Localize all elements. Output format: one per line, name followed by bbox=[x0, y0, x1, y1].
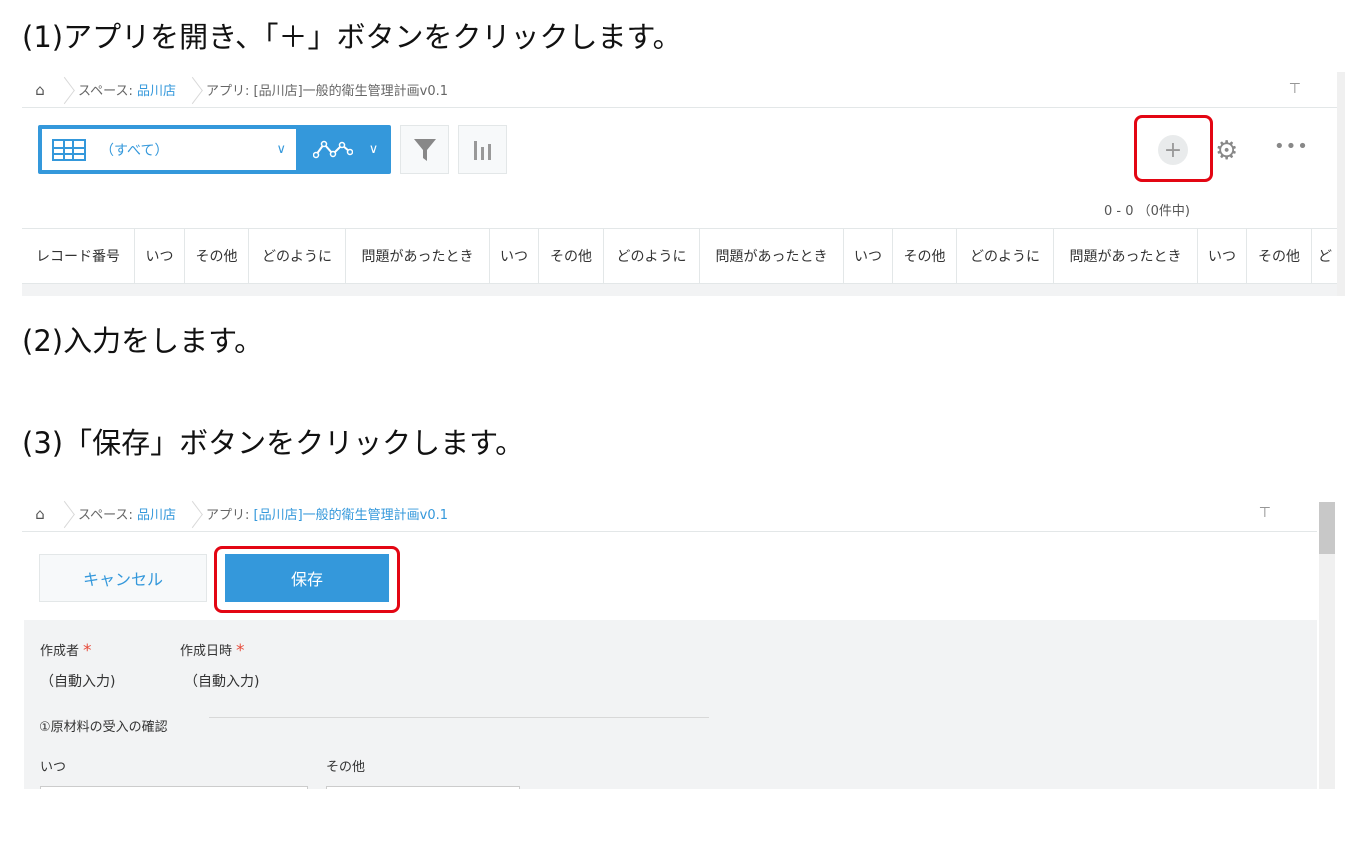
filter-icon bbox=[413, 138, 436, 161]
column-header[interactable]: いつ bbox=[844, 229, 893, 283]
chevron-down-icon: ∨ bbox=[368, 142, 379, 157]
step-2-instruction: (2)入力をします。 bbox=[22, 324, 264, 358]
breadcrumb-app-name: [品川店]一般的衛生管理計画v0.1 bbox=[253, 84, 449, 99]
group-label[interactable]: ①原材料の受入の確認 bbox=[39, 716, 168, 735]
record-count: 0 - 0 （0件中) bbox=[1104, 204, 1190, 219]
creator-value: （自動入力) bbox=[40, 674, 116, 690]
column-header[interactable]: ど bbox=[1312, 229, 1337, 283]
record-edit-screenshot: ⌂ スペース: 品川店 アプリ: [品川店]一般的衛生管理計画v0.1 ⊤ キャ… bbox=[22, 496, 1345, 789]
breadcrumb-separator bbox=[186, 72, 200, 108]
more-dots-icon[interactable]: ••• bbox=[1274, 136, 1309, 157]
view-selector[interactable]: （すべて） ∨ ∨ bbox=[38, 125, 391, 174]
graph-icon bbox=[312, 140, 353, 158]
scrollbar[interactable] bbox=[1337, 72, 1345, 296]
pin-icon[interactable]: ⊤ bbox=[1289, 81, 1301, 97]
scrollbar-thumb[interactable] bbox=[1319, 502, 1335, 554]
other-field-label: その他 bbox=[326, 760, 366, 775]
created-at-label-text: 作成日時 bbox=[180, 644, 233, 659]
view-selector-label: （すべて） bbox=[100, 142, 169, 159]
breadcrumb: ⌂ スペース: 品川店 アプリ: [品川店]一般的衛生管理計画v0.1 ⊤ bbox=[22, 72, 1337, 108]
column-header[interactable]: その他 bbox=[893, 229, 957, 283]
column-header[interactable]: いつ bbox=[1198, 229, 1247, 283]
column-header[interactable]: いつ bbox=[135, 229, 185, 283]
record-form: 作成者 * （自動入力) 作成日時 * （自動入力) ①原材料の受入の確認 いつ そ… bbox=[24, 620, 1317, 789]
step-3-instruction: (3)「保存」ボタンをクリックします。 bbox=[22, 426, 525, 460]
creator-label-text: 作成者 bbox=[40, 644, 80, 659]
column-header[interactable]: その他 bbox=[185, 229, 249, 283]
column-header[interactable]: どのように bbox=[604, 229, 700, 283]
breadcrumb-separator bbox=[58, 496, 72, 532]
creator-label: 作成者 * bbox=[40, 640, 92, 661]
breadcrumb-separator bbox=[186, 496, 200, 532]
breadcrumb-app-link[interactable]: [品川店]一般的衛生管理計画v0.1 bbox=[254, 508, 449, 523]
required-mark: * bbox=[236, 641, 245, 661]
breadcrumb-app: アプリ: [品川店]一般的衛生管理計画v0.1 bbox=[200, 80, 458, 99]
step-1-instruction: (1)アプリを開き、「＋」ボタンをクリックします。 bbox=[22, 20, 682, 54]
column-header[interactable]: その他 bbox=[1247, 229, 1312, 283]
column-header[interactable]: その他 bbox=[539, 229, 604, 283]
column-header[interactable]: いつ bbox=[490, 229, 539, 283]
graph-selector[interactable]: ∨ bbox=[300, 125, 391, 174]
view-dropdown[interactable]: （すべて） ∨ bbox=[42, 129, 296, 170]
breadcrumb-space-prefix: スペース: bbox=[78, 84, 133, 99]
breadcrumb-space-link[interactable]: 品川店 bbox=[137, 508, 176, 523]
breadcrumb-app[interactable]: アプリ: [品川店]一般的衛生管理計画v0.1 bbox=[200, 504, 458, 523]
table-header: レコード番号 いつ その他 どのように 問題があったとき いつ その他 どのよう… bbox=[22, 228, 1337, 284]
table-view-icon bbox=[52, 138, 86, 161]
column-header[interactable]: どのように bbox=[249, 229, 346, 283]
home-icon[interactable]: ⌂ bbox=[22, 81, 58, 99]
column-header[interactable]: 問題があったとき bbox=[700, 229, 844, 283]
save-button[interactable]: 保存 bbox=[225, 554, 389, 602]
record-list-screenshot: ⌂ スペース: 品川店 アプリ: [品川店]一般的衛生管理計画v0.1 ⊤ （す… bbox=[22, 72, 1345, 296]
pin-icon[interactable]: ⊤ bbox=[1259, 505, 1271, 521]
gear-icon[interactable]: ⚙ bbox=[1215, 136, 1238, 166]
filter-button[interactable] bbox=[400, 125, 449, 174]
list-toolbar: （すべて） ∨ ∨ bbox=[38, 125, 507, 174]
breadcrumb-app-prefix: アプリ: bbox=[205, 508, 250, 523]
breadcrumb: ⌂ スペース: 品川店 アプリ: [品川店]一般的衛生管理計画v0.1 ⊤ bbox=[22, 496, 1317, 532]
required-mark: * bbox=[83, 641, 92, 661]
plus-icon: + bbox=[1163, 137, 1183, 163]
column-header[interactable]: レコード番号 bbox=[22, 229, 135, 283]
column-header[interactable]: 問題があったとき bbox=[346, 229, 490, 283]
cancel-button[interactable]: キャンセル bbox=[39, 554, 207, 602]
breadcrumb-space[interactable]: スペース: 品川店 bbox=[72, 504, 186, 523]
group-divider bbox=[209, 717, 709, 718]
column-header[interactable]: 問題があったとき bbox=[1054, 229, 1198, 283]
breadcrumb-space[interactable]: スペース: 品川店 bbox=[72, 80, 186, 99]
column-header[interactable]: どのように bbox=[957, 229, 1054, 283]
created-at-value: （自動入力) bbox=[184, 674, 260, 690]
scrollbar[interactable] bbox=[1319, 502, 1335, 789]
edit-action-bar: キャンセル 保存 bbox=[22, 536, 1317, 620]
chevron-down-icon: ∨ bbox=[276, 142, 286, 157]
add-record-button[interactable]: + bbox=[1158, 135, 1188, 165]
when-field-label: いつ bbox=[40, 760, 67, 775]
bar-chart-icon bbox=[473, 140, 491, 160]
breadcrumb-space-prefix: スペース: bbox=[78, 508, 133, 523]
when-input[interactable] bbox=[40, 786, 308, 789]
other-input[interactable] bbox=[326, 786, 520, 789]
created-at-label: 作成日時 * bbox=[180, 640, 245, 661]
home-icon[interactable]: ⌂ bbox=[22, 505, 58, 523]
table-body-empty bbox=[22, 284, 1337, 296]
breadcrumb-app-prefix: アプリ: bbox=[205, 84, 250, 99]
breadcrumb-separator bbox=[58, 72, 72, 108]
breadcrumb-space-link[interactable]: 品川店 bbox=[137, 84, 176, 99]
chart-button[interactable] bbox=[458, 125, 507, 174]
